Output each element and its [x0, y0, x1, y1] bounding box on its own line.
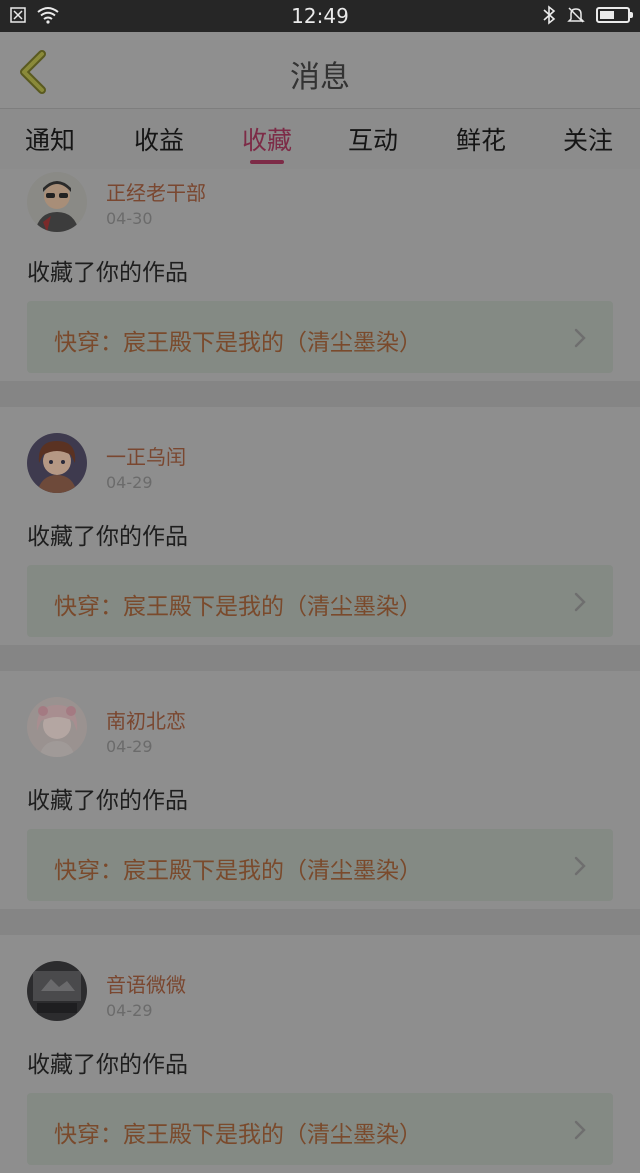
work-title: 快穿：宸王殿下是我的（清尘墨染）	[54, 330, 422, 356]
chevron-right-icon	[574, 592, 586, 612]
message-text: 收藏了你的作品	[27, 524, 188, 550]
work-title: 快穿：宸王殿下是我的（清尘墨染）	[54, 858, 422, 884]
message-text: 收藏了你的作品	[27, 1052, 188, 1078]
tab-bar: 通知 收益 收藏 互动 鲜花 关注	[0, 109, 640, 169]
divider	[0, 381, 640, 407]
work-link[interactable]: 快穿：宸王殿下是我的（清尘墨染）	[27, 829, 613, 901]
username[interactable]: 一正乌闰	[106, 441, 186, 470]
username[interactable]: 南初北恋	[106, 705, 186, 734]
status-right	[542, 5, 633, 25]
list-item: 一正乌闰 04-29 收藏了你的作品 快穿：宸王殿下是我的（清尘墨染）	[0, 407, 640, 645]
avatar[interactable]	[27, 433, 87, 493]
battery-level	[600, 11, 614, 19]
tab-follow[interactable]: 关注	[543, 121, 633, 157]
tab-flowers[interactable]: 鲜花	[436, 121, 526, 157]
chevron-right-icon	[574, 328, 586, 348]
message-text: 收藏了你的作品	[27, 788, 188, 814]
work-link[interactable]: 快穿：宸王殿下是我的（清尘墨染）	[27, 301, 613, 373]
message-date: 04-29	[106, 473, 153, 492]
work-link[interactable]: 快穿：宸王殿下是我的（清尘墨染）	[27, 565, 613, 637]
message-date: 04-29	[106, 737, 153, 756]
active-tab-indicator	[250, 160, 284, 164]
work-title: 快穿：宸王殿下是我的（清尘墨染）	[54, 594, 422, 620]
divider	[0, 909, 640, 935]
tab-earnings[interactable]: 收益	[114, 121, 204, 157]
list-item: 音语微微 04-29 收藏了你的作品 快穿：宸王殿下是我的（清尘墨染）	[0, 935, 640, 1173]
tab-notification[interactable]: 通知	[5, 121, 95, 157]
work-title: 快穿：宸王殿下是我的（清尘墨染）	[54, 1122, 422, 1148]
message-date: 04-29	[106, 1001, 153, 1020]
tab-interaction[interactable]: 互动	[328, 121, 418, 157]
avatar[interactable]	[27, 172, 87, 232]
message-date: 04-30	[106, 209, 153, 228]
chevron-right-icon	[574, 856, 586, 876]
message-text: 收藏了你的作品	[27, 260, 188, 286]
work-link[interactable]: 快穿：宸王殿下是我的（清尘墨染）	[27, 1093, 613, 1165]
page-title: 消息	[290, 60, 350, 95]
divider	[0, 645, 640, 671]
bluetooth-icon	[543, 5, 556, 25]
silent-icon	[567, 7, 585, 23]
username[interactable]: 正经老干部	[106, 177, 206, 206]
username[interactable]: 音语微微	[106, 969, 186, 998]
avatar[interactable]	[27, 697, 87, 757]
list-item: 正经老干部 04-30 收藏了你的作品 快穿：宸王殿下是我的（清尘墨染）	[0, 169, 640, 407]
status-bar: 12:49	[0, 0, 640, 32]
list-item: 南初北恋 04-29 收藏了你的作品 快穿：宸王殿下是我的（清尘墨染）	[0, 671, 640, 909]
tab-favorites[interactable]: 收藏	[222, 121, 312, 157]
battery-icon	[596, 7, 633, 23]
nav-header: 消息	[0, 32, 640, 109]
avatar[interactable]	[27, 961, 87, 1021]
